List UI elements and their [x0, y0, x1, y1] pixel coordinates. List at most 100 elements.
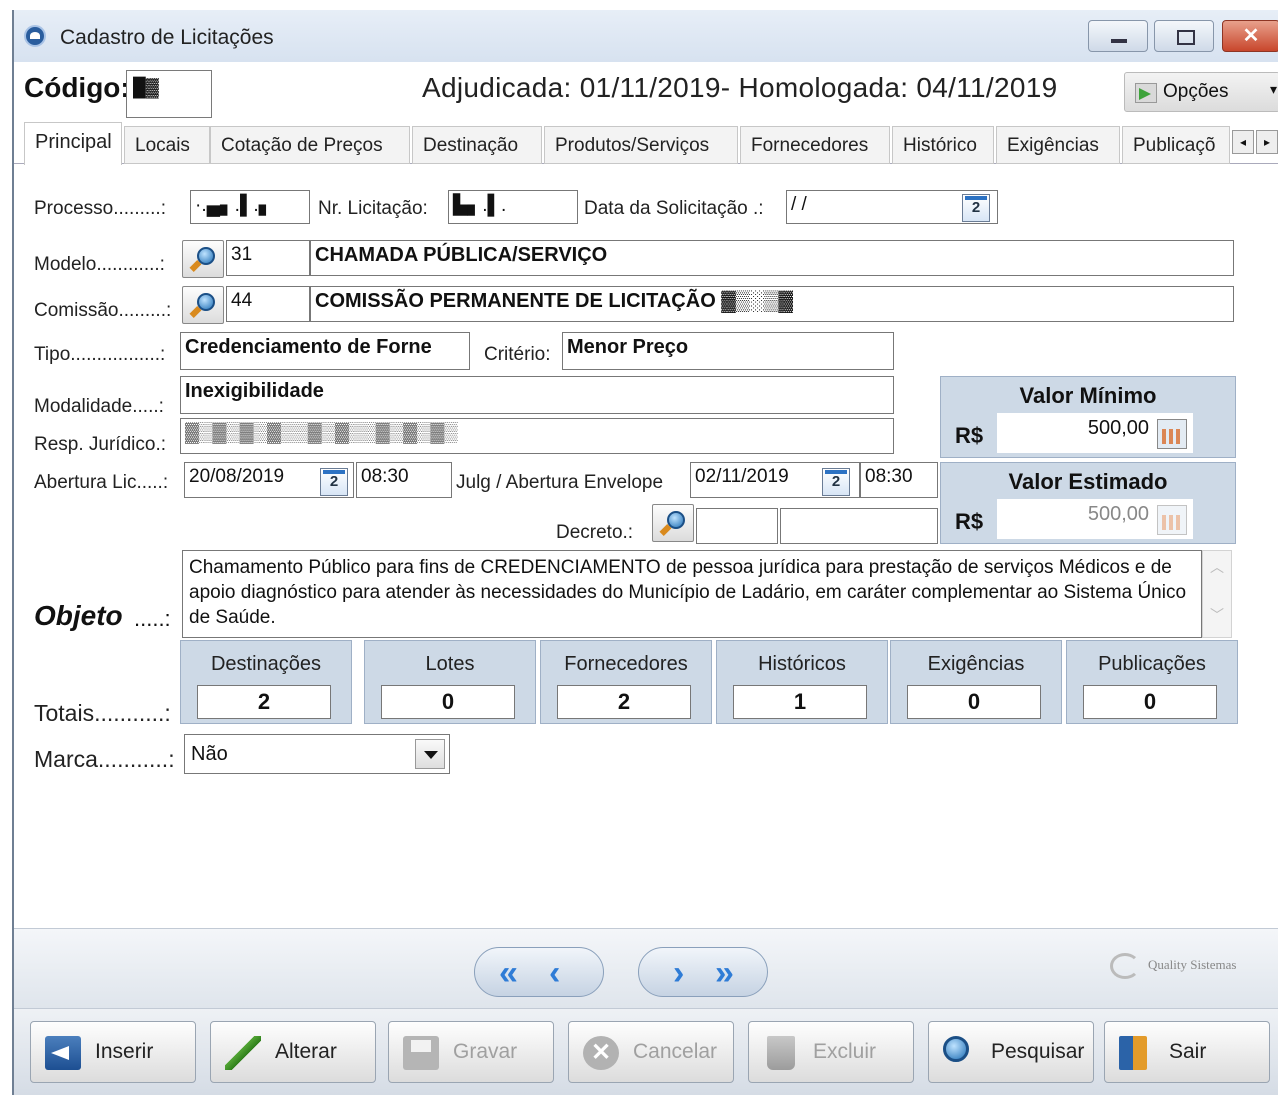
- valor-minimo-title: Valor Mínimo: [1019, 383, 1157, 408]
- window-title: Cadastro de Licitações: [60, 26, 274, 49]
- search-icon: [943, 1036, 969, 1062]
- sair-button[interactable]: Sair: [1104, 1021, 1270, 1083]
- decreto-field-1[interactable]: [696, 508, 778, 544]
- decreto-field-2[interactable]: [780, 508, 938, 544]
- cancel-icon: ✕: [583, 1036, 619, 1070]
- search-icon-handle: [189, 259, 202, 273]
- minimize-button[interactable]: [1088, 20, 1148, 52]
- quality-sistemas-brand: Quality Sistemas: [1148, 957, 1237, 972]
- cancelar-label: Cancelar: [633, 1040, 718, 1063]
- objeto-scrollbar[interactable]: ︿ ﹀: [1202, 550, 1232, 638]
- data-solicitacao-label: Data da Solicitação .:: [584, 198, 764, 219]
- last-record-icon[interactable]: »: [715, 954, 734, 993]
- tab-publicacoes[interactable]: Publicaçõ: [1122, 126, 1230, 164]
- tab-cotacao-precos[interactable]: Cotação de Preços: [210, 126, 410, 164]
- save-icon: [403, 1036, 439, 1070]
- tab-principal[interactable]: Principal: [24, 122, 122, 165]
- pesquisar-button[interactable]: Pesquisar: [928, 1021, 1094, 1083]
- calculator-icon[interactable]: [1157, 419, 1187, 449]
- modelo-code-field[interactable]: 31: [226, 240, 310, 276]
- total-value: 2: [197, 685, 331, 719]
- sair-label: Sair: [1169, 1040, 1207, 1063]
- tab-produtos-servicos[interactable]: Produtos/Serviços: [544, 126, 738, 164]
- calculator-icon: [1157, 505, 1187, 535]
- decreto-label: Decreto.:: [556, 522, 634, 543]
- valor-minimo-field[interactable]: 500,00: [997, 413, 1193, 453]
- gravar-button[interactable]: Gravar: [388, 1021, 554, 1083]
- modelo-search-button[interactable]: [182, 240, 224, 278]
- tab-historico[interactable]: Histórico: [892, 126, 994, 164]
- total-value: 0: [381, 685, 515, 719]
- close-button[interactable]: ✕: [1222, 20, 1278, 52]
- inserir-button[interactable]: Inserir: [30, 1021, 196, 1083]
- total-value: 2: [557, 685, 691, 719]
- window: Cadastro de Licitações ✕ Código: █▓ Adju…: [12, 10, 1278, 1095]
- excluir-button[interactable]: Excluir: [748, 1021, 914, 1083]
- pencil-icon: [225, 1036, 261, 1070]
- search-icon-handle: [659, 523, 672, 537]
- nr-licitacao-label: Nr. Licitação:: [318, 198, 428, 219]
- scroll-up-icon[interactable]: ︿: [1203, 557, 1231, 577]
- valor-estimado-panel: Valor Estimado R$ 500,00: [940, 462, 1236, 544]
- total-header: Históricos: [758, 653, 846, 675]
- total-exigencias: Exigências 0: [890, 640, 1062, 724]
- trash-icon: [767, 1036, 795, 1070]
- tab-locais[interactable]: Locais: [124, 126, 210, 164]
- tab-scroll-left-icon[interactable]: ◂: [1232, 130, 1254, 154]
- title-bar: Cadastro de Licitações ✕: [14, 10, 1278, 62]
- resp-juridico-label: Resp. Jurídico.:: [34, 434, 166, 455]
- calendar-icon[interactable]: 2: [962, 194, 990, 222]
- tab-exigencias[interactable]: Exigências: [996, 126, 1120, 164]
- pesquisar-label: Pesquisar: [991, 1040, 1085, 1063]
- modelo-label: Modelo............:: [34, 254, 165, 275]
- tab-bar: Principal Locais Cotação de Preços Desti…: [14, 122, 1278, 165]
- next-record-icon[interactable]: ›: [673, 954, 684, 993]
- calendar-icon[interactable]: 2: [822, 468, 850, 496]
- decreto-search-button[interactable]: [652, 504, 694, 542]
- resp-juridico-field[interactable]: ▓▒▓▒▓▒▓▒▒▓▒▓▒▒▓▒▓▒▓▒: [180, 418, 894, 454]
- options-button[interactable]: Opções ▾: [1124, 72, 1278, 112]
- gravar-label: Gravar: [453, 1040, 518, 1063]
- search-icon-handle: [189, 305, 202, 319]
- excluir-label: Excluir: [813, 1040, 877, 1063]
- comissao-code-field[interactable]: 44: [226, 286, 310, 322]
- action-button-bar: Inserir Alterar Gravar ✕ Cancelar Exclui…: [14, 1008, 1278, 1095]
- comissao-search-button[interactable]: [182, 286, 224, 324]
- codigo-label: Código:: [24, 72, 130, 103]
- valor-estimado-field: 500,00: [997, 499, 1193, 539]
- tab-destinacao[interactable]: Destinação: [412, 126, 542, 164]
- valor-minimo-value: 500,00: [1087, 417, 1149, 439]
- julg-abertura-envelope-label: Julg / Abertura Envelope: [456, 472, 664, 493]
- chevron-down-icon[interactable]: [415, 739, 445, 769]
- valor-minimo-panel: Valor Mínimo R$ 500,00: [940, 376, 1236, 458]
- processo-field[interactable]: ·.▄▖.▌.▖: [190, 190, 310, 224]
- previous-record-icon[interactable]: ‹: [549, 954, 560, 993]
- record-navigation-bar: « ‹ › » Quality Sistemas: [14, 928, 1278, 1008]
- marca-select[interactable]: Não: [184, 734, 450, 774]
- objeto-textarea[interactable]: Chamamento Público para fins de CREDENCI…: [182, 550, 1202, 638]
- options-arrow-icon: [1135, 83, 1157, 103]
- comissao-label: Comissão.........:: [34, 300, 172, 321]
- chevron-down-icon: ▾: [1269, 81, 1277, 97]
- abertura-time-field[interactable]: 08:30: [356, 462, 452, 498]
- alterar-button[interactable]: Alterar: [210, 1021, 376, 1083]
- quality-sistemas-logo-icon: [1110, 953, 1140, 979]
- modalidade-field[interactable]: Inexigibilidade: [180, 376, 894, 414]
- nav-forward-group: › »: [638, 947, 768, 997]
- julg-time-field[interactable]: 08:30: [860, 462, 938, 498]
- app-icon: [24, 25, 46, 47]
- criterio-field[interactable]: Menor Preço: [562, 332, 894, 370]
- codigo-field[interactable]: █▓: [126, 70, 212, 118]
- tab-scroll-right-icon[interactable]: ▸: [1256, 130, 1278, 154]
- scroll-down-icon[interactable]: ﹀: [1203, 605, 1231, 625]
- first-record-icon[interactable]: «: [499, 954, 518, 993]
- cancelar-button[interactable]: ✕ Cancelar: [568, 1021, 734, 1083]
- maximize-button[interactable]: [1154, 20, 1214, 52]
- tipo-field[interactable]: Credenciamento de Forne: [180, 332, 470, 370]
- total-value: 1: [733, 685, 867, 719]
- tab-fornecedores[interactable]: Fornecedores: [740, 126, 890, 164]
- total-destinacoes: Destinações 2: [180, 640, 352, 724]
- total-publicacoes: Publicações 0: [1066, 640, 1238, 724]
- nr-licitacao-field[interactable]: ▙▖.▌.: [448, 190, 578, 224]
- calendar-icon[interactable]: 2: [320, 468, 348, 496]
